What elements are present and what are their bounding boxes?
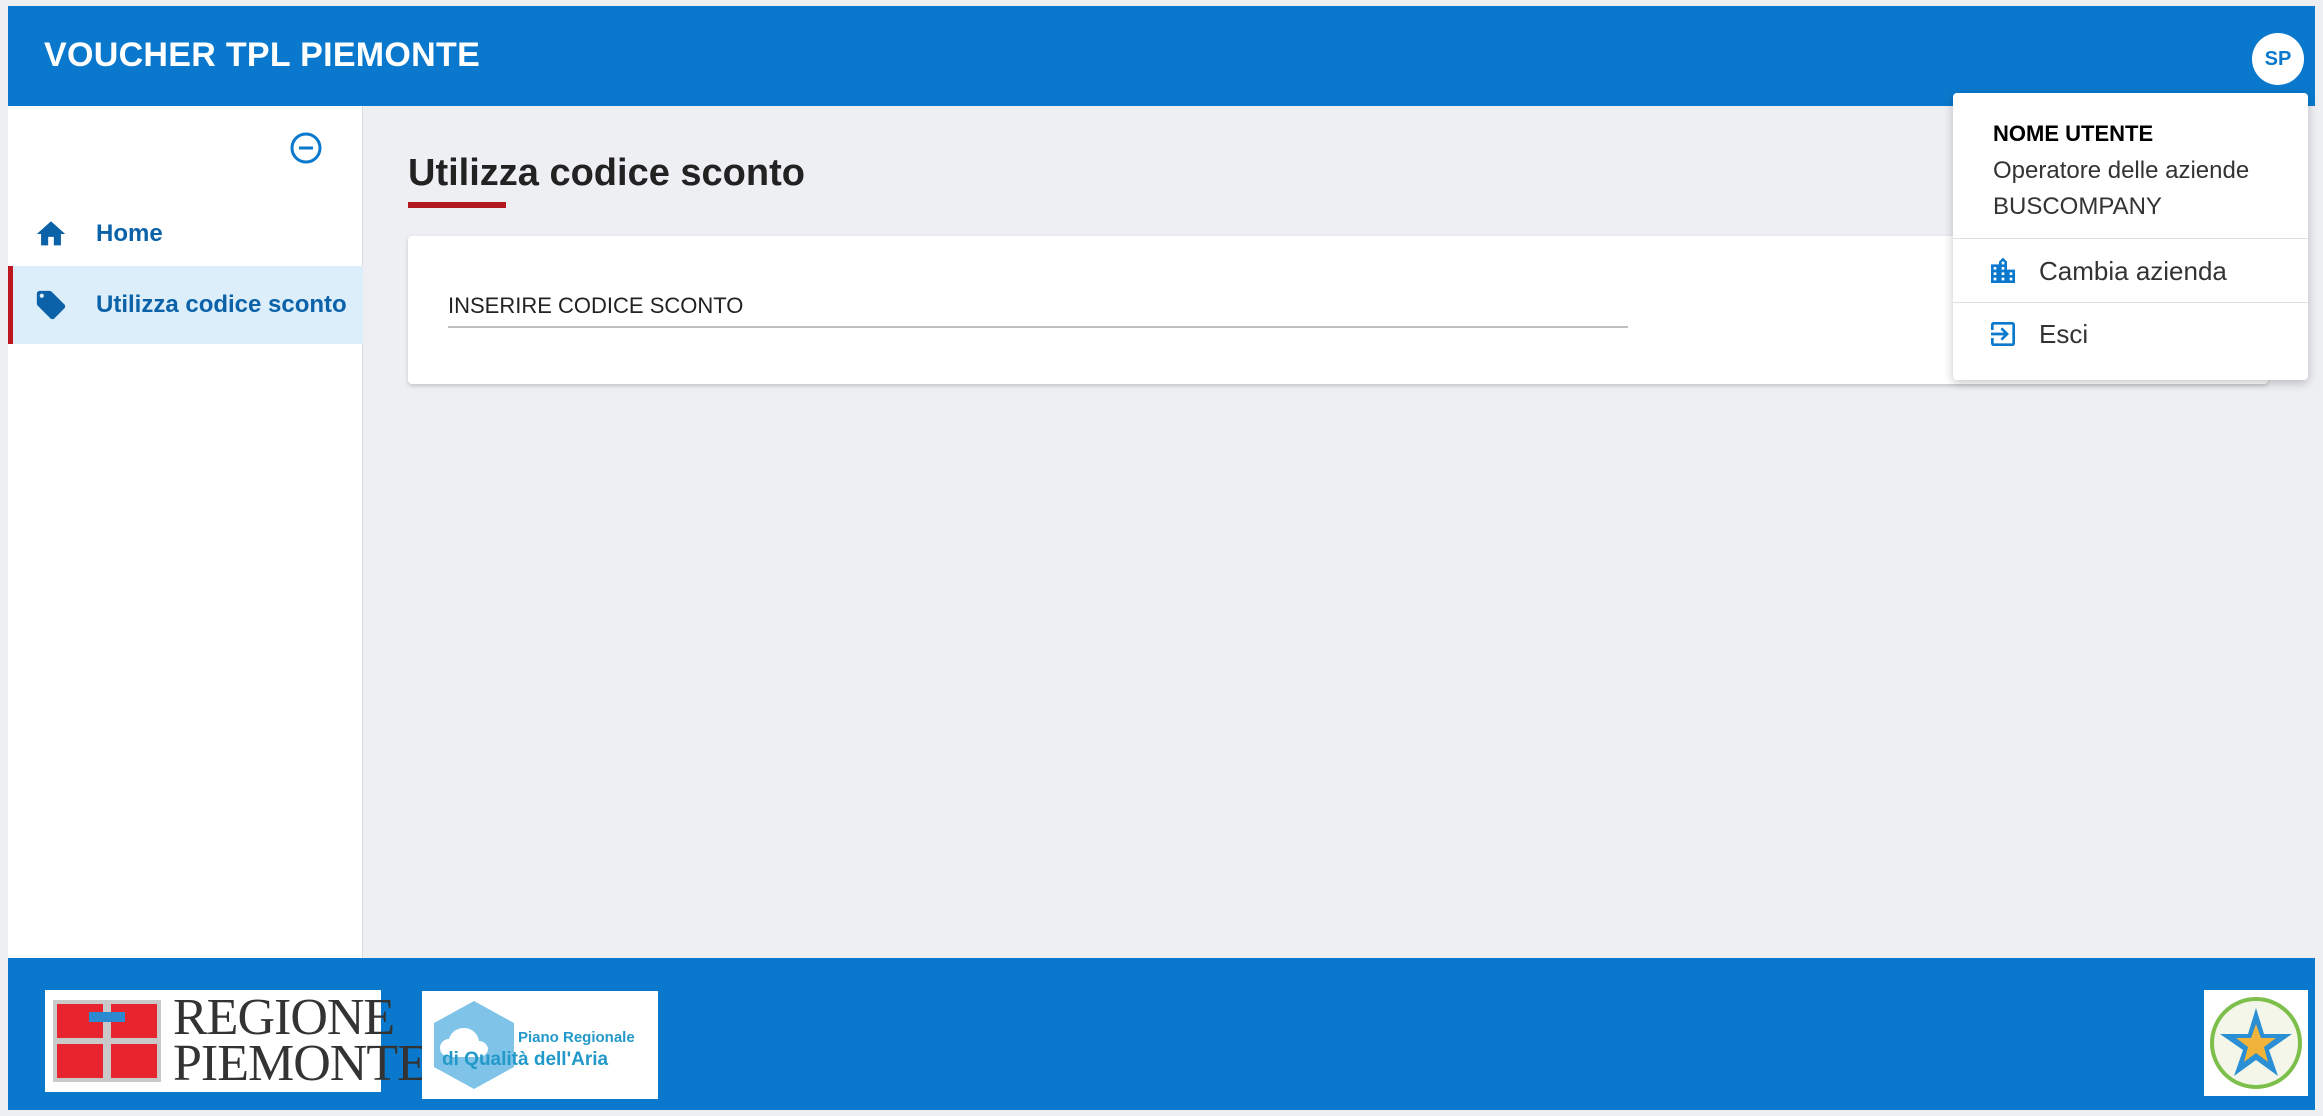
user-avatar-button[interactable]: SP bbox=[2252, 33, 2304, 85]
top-app-bar: VOUCHER TPL PIEMONTE SP bbox=[8, 6, 2315, 106]
menu-divider bbox=[1953, 238, 2308, 239]
regione-flag-icon bbox=[53, 1000, 161, 1082]
home-icon bbox=[36, 221, 66, 246]
collapse-sidebar-icon[interactable] bbox=[288, 130, 324, 166]
sidebar-item-label: Utilizza codice sconto bbox=[96, 291, 347, 318]
user-company: BUSCOMPANY bbox=[1993, 193, 2162, 220]
tag-icon bbox=[36, 290, 66, 320]
sidebar-item-home[interactable]: Home bbox=[8, 195, 363, 273]
discount-code-input[interactable] bbox=[448, 288, 1628, 328]
star-seal-icon bbox=[2210, 997, 2302, 1089]
change-company-label: Cambia azienda bbox=[2039, 255, 2227, 286]
page-title: Utilizza codice sconto bbox=[408, 152, 805, 194]
sidebar-item-utilizza-codice-sconto[interactable]: Utilizza codice sconto bbox=[8, 266, 363, 344]
regione-piemonte-logo: REGIONE PIEMONTE bbox=[45, 990, 429, 1092]
user-name: NOME UTENTE bbox=[1993, 121, 2154, 146]
sidebar: Home Utilizza codice sconto bbox=[8, 106, 363, 958]
change-company-menu-item[interactable]: Cambia azienda bbox=[1953, 240, 2308, 302]
footer: REGIONE PIEMONTE Piano Regionale di Qual… bbox=[8, 958, 2315, 1110]
star-seal-logo bbox=[2204, 990, 2308, 1096]
sidebar-item-label: Home bbox=[96, 220, 163, 247]
user-menu-dropdown: NOME UTENTE Operatore delle aziende BUSC… bbox=[1953, 93, 2308, 380]
cloud-hexagon-icon bbox=[434, 1001, 514, 1089]
logout-menu-item[interactable]: Esci bbox=[1953, 303, 2308, 365]
building-icon bbox=[1991, 257, 2015, 283]
app-title: VOUCHER TPL PIEMONTE bbox=[44, 36, 481, 74]
logout-icon bbox=[1991, 322, 2015, 346]
logout-label: Esci bbox=[2039, 318, 2089, 349]
piano-qualita-aria-logo: Piano Regionale di Qualità dell'Aria bbox=[422, 991, 658, 1099]
user-role: Operatore delle aziende bbox=[1993, 157, 2250, 184]
title-underline bbox=[408, 202, 506, 208]
regione-piemonte-text: REGIONE PIEMONTE bbox=[173, 989, 429, 1092]
